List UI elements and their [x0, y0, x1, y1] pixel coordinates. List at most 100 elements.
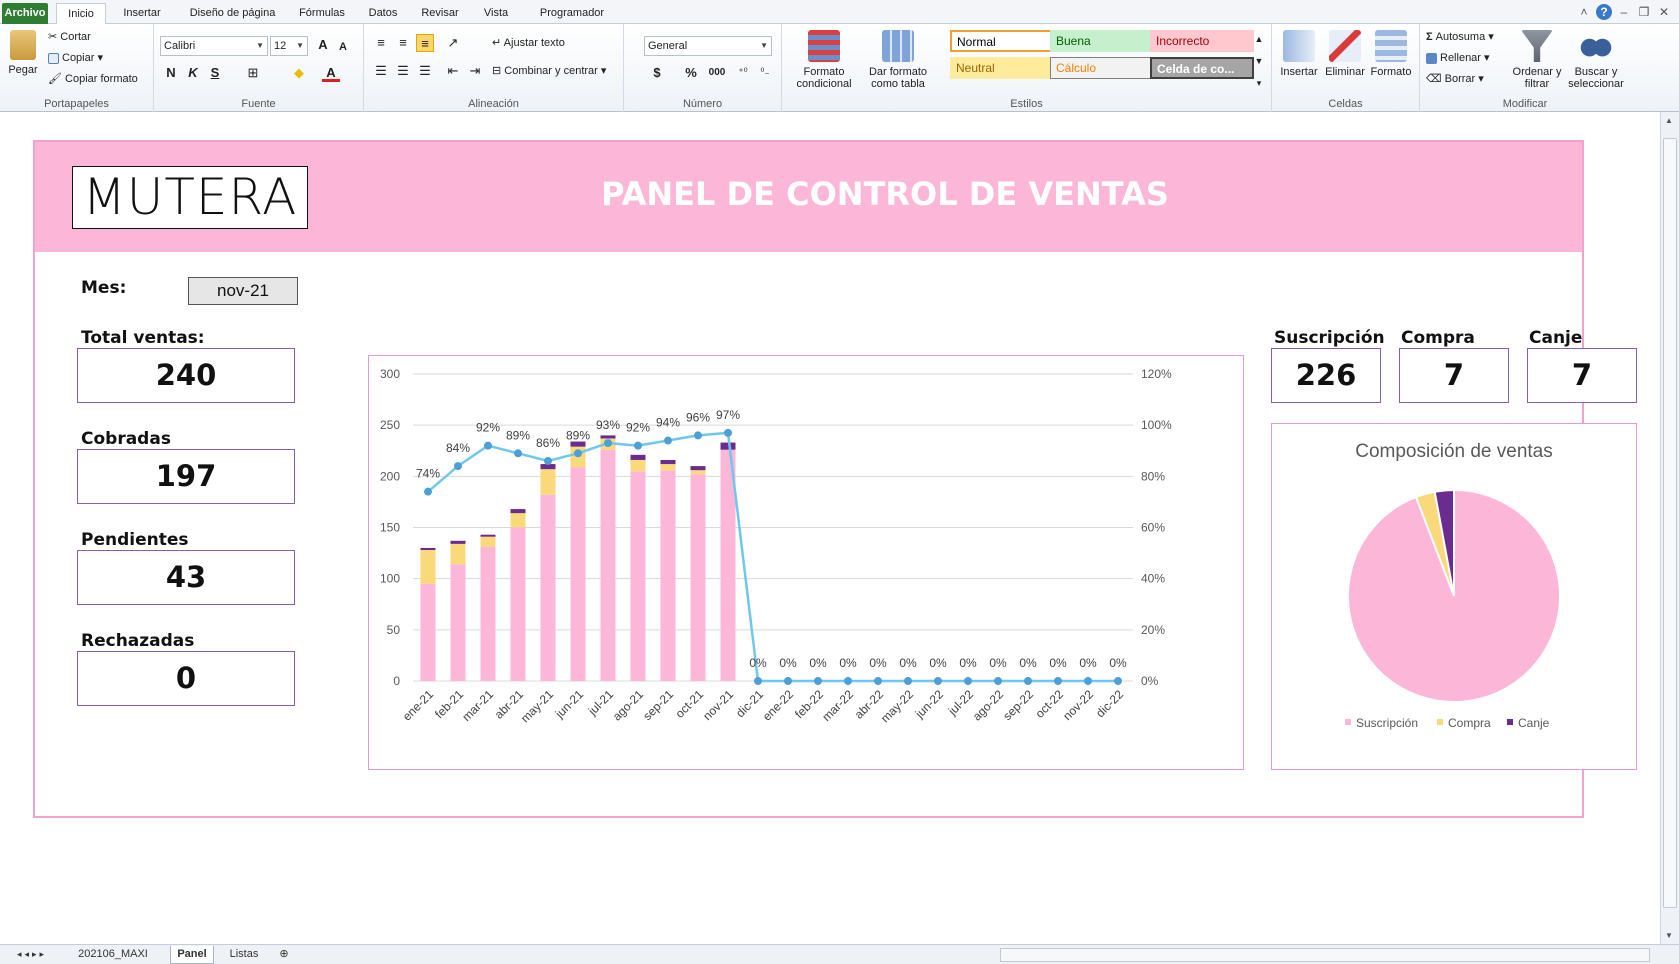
bar-segment — [630, 454, 646, 460]
worksheet[interactable]: MUTERA PANEL DE CONTROL DE VENTAS Mes: n… — [0, 112, 1660, 944]
cell-style-0[interactable]: Normal — [950, 30, 1054, 52]
font-size-select[interactable]: 12 ▼ — [270, 36, 308, 56]
merge-center-button[interactable]: ⊟ Combinar y centrar ▾ — [492, 64, 606, 77]
cell-style-1[interactable]: Buena — [1050, 30, 1154, 52]
ribbon-tabs: Archivo Inicio Insertar Diseño de página… — [0, 0, 1679, 24]
line-point — [454, 462, 462, 471]
paste-button[interactable]: Pegar — [6, 30, 40, 76]
shrink-font-icon[interactable]: A — [334, 38, 352, 56]
format-cells-button[interactable]: Formato — [1368, 30, 1414, 78]
find-select-button[interactable]: Buscar y seleccionar — [1564, 30, 1628, 90]
y-tick-label: 300 — [380, 367, 400, 381]
orientation-icon[interactable]: ↗ — [444, 34, 462, 52]
fill-button[interactable]: Rellenar ▾ — [1426, 51, 1490, 64]
minimize-ribbon-icon[interactable]: ˄ — [1576, 4, 1592, 20]
y-tick-label: 250 — [380, 418, 400, 432]
close-icon[interactable]: ✕ — [1656, 4, 1672, 20]
tab-revisar[interactable]: Revisar — [412, 3, 468, 24]
wrap-text-button[interactable]: ↵ Ajustar texto — [492, 36, 565, 49]
composition-chart[interactable]: Composición de ventas Suscripción Compra Ca… — [1271, 423, 1637, 770]
tab-programador[interactable]: Programador — [522, 3, 622, 24]
line-point — [904, 677, 912, 685]
subscription-value: 226 — [1271, 348, 1381, 403]
sales-chart[interactable]: 0 0% 50 20% 100 40% 150 60% 200 80% 250 100% 300 120%… — [368, 355, 1244, 770]
bar-segment — [690, 470, 706, 475]
binoculars-icon — [1580, 30, 1612, 62]
chevron-down-icon: ▼ — [256, 41, 264, 50]
align-left-icon[interactable]: ☰ — [372, 62, 390, 80]
data-label: 0% — [869, 656, 887, 670]
delete-cells-button[interactable]: Eliminar — [1322, 30, 1368, 78]
bold-button[interactable]: N — [162, 64, 180, 82]
borders-icon[interactable]: ⊞ — [244, 64, 262, 82]
page-title: PANEL DE CONTROL DE VENTAS — [601, 175, 1169, 213]
horizontal-scrollbar[interactable] — [1000, 948, 1650, 962]
align-top-icon[interactable]: ≡ — [372, 34, 390, 52]
format-as-table-button[interactable]: Dar formato como tabla — [860, 30, 936, 90]
currency-button[interactable]: $ — [648, 64, 666, 82]
align-right-icon[interactable]: ☰ — [416, 62, 434, 80]
cell-style-2[interactable]: Incorrecto — [1150, 30, 1254, 52]
number-format-select[interactable]: General ▼ — [644, 36, 772, 56]
new-sheet-icon[interactable]: ⊕ — [272, 946, 296, 964]
gallery-more-icon[interactable]: ▾ — [1250, 74, 1268, 92]
copy-button[interactable]: Copiar ▾ — [48, 51, 103, 64]
clear-button[interactable]: ⌫ Borrar ▾ — [1426, 72, 1484, 85]
cut-button[interactable]: ✂ Cortar — [48, 30, 91, 43]
vertical-scroll-thumb[interactable] — [1663, 138, 1677, 908]
gallery-down-icon[interactable]: ▼ — [1250, 52, 1268, 70]
x-tick-label: nov-21 — [700, 687, 736, 723]
legend-swatch — [1507, 719, 1513, 725]
group-label-modificar: Modificar — [1502, 98, 1548, 110]
bar-segment — [420, 547, 436, 551]
scroll-down-icon[interactable]: ▼ — [1665, 931, 1673, 940]
help-icon[interactable]: ? — [1596, 4, 1612, 20]
tab-datos[interactable]: Datos — [360, 3, 406, 24]
sheet-tab-202106-maxi[interactable]: 202106_MAXI — [68, 946, 158, 964]
align-middle-icon[interactable]: ≡ — [394, 34, 412, 52]
tab-archivo[interactable]: Archivo — [2, 3, 48, 24]
tab-formulas[interactable]: Fórmulas — [292, 3, 352, 24]
vertical-scrollbar[interactable]: ▲ ▼ — [1660, 112, 1679, 944]
decrease-indent-icon[interactable]: ⇤ — [444, 62, 462, 80]
italic-button[interactable]: K — [184, 64, 202, 82]
font-name-select[interactable]: Calibri ▼ — [160, 36, 268, 56]
font-color-icon[interactable]: A — [322, 64, 340, 82]
gallery-up-icon[interactable]: ▲ — [1250, 30, 1268, 48]
restore-icon[interactable]: ❐ — [1636, 4, 1652, 20]
sheet-tabs-bar: ◂◂▸▸ 202106_MAXI Panel Listas ⊕ — [0, 944, 1679, 964]
sheet-nav-icon[interactable]: ◂◂▸▸ — [4, 946, 60, 964]
fill-color-icon[interactable]: ◆ — [290, 64, 308, 82]
increase-decimal-icon[interactable]: ⁺⁰ — [734, 64, 752, 82]
month-selector[interactable]: nov-21 — [188, 277, 298, 305]
bar-segment — [660, 470, 676, 681]
format-painter-button[interactable]: 🖌 Copiar formato — [48, 72, 138, 85]
tab-inicio[interactable]: Inicio — [56, 3, 106, 24]
align-bottom-icon[interactable]: ≡ — [416, 34, 434, 52]
line-point — [724, 428, 732, 437]
tab-vista[interactable]: Vista — [476, 3, 516, 24]
underline-button[interactable]: S — [206, 64, 224, 82]
cell-style-5[interactable]: Celda de co... — [1150, 57, 1254, 79]
insert-cells-icon — [1283, 30, 1315, 62]
sort-filter-button[interactable]: Ordenar y filtrar — [1512, 30, 1562, 90]
autosum-button[interactable]: Σ Autosuma ▾ — [1426, 30, 1494, 43]
line-point — [874, 677, 882, 685]
sheet-tab-listas[interactable]: Listas — [222, 946, 266, 964]
minimize-icon[interactable]: – — [1616, 4, 1632, 20]
percent-button[interactable]: % — [682, 64, 700, 82]
tab-insertar[interactable]: Insertar — [112, 3, 172, 24]
grow-font-icon[interactable]: A — [314, 36, 332, 54]
decrease-decimal-icon[interactable]: ⁰₋ — [756, 64, 774, 82]
conditional-format-button[interactable]: Formato condicional — [786, 30, 862, 90]
cell-style-3[interactable]: Neutral — [950, 57, 1054, 79]
scroll-up-icon[interactable]: ▲ — [1665, 116, 1673, 125]
thousands-button[interactable]: 000 — [706, 64, 728, 82]
tab-diseno-pagina[interactable]: Diseño de página — [180, 3, 285, 24]
insert-cells-button[interactable]: Insertar — [1276, 30, 1322, 78]
sheet-tab-panel[interactable]: Panel — [170, 946, 214, 964]
cell-style-4[interactable]: Cálculo — [1050, 57, 1154, 79]
increase-indent-icon[interactable]: ⇥ — [466, 62, 484, 80]
align-center-icon[interactable]: ☰ — [394, 62, 412, 80]
legend-swatch — [1345, 719, 1351, 725]
